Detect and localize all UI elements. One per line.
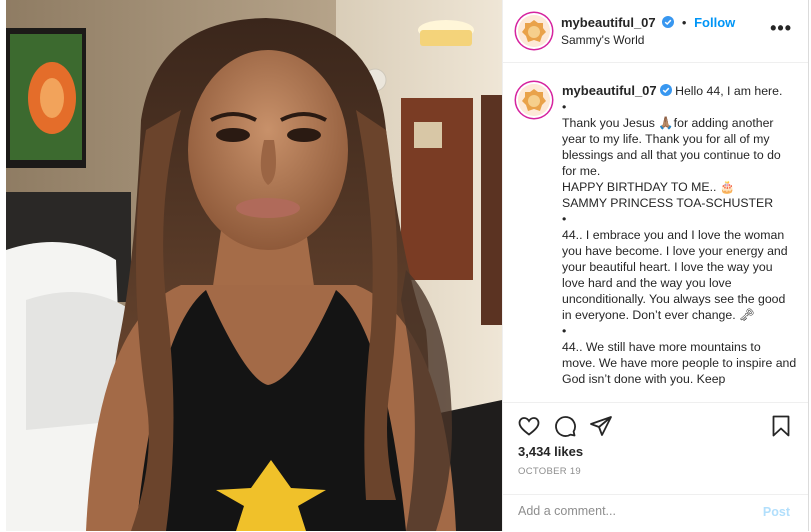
post-header: mybeautiful_07 • Follow Sammy's World ••… (503, 0, 808, 63)
caption-line: Thank you Jesus 🙏🏽for adding another yea… (562, 116, 785, 178)
portrait-photo-image (6, 0, 502, 531)
comment-input[interactable] (518, 504, 738, 518)
caption-line: • (562, 212, 567, 226)
caption-line-text: Hello 44, I am here. (675, 84, 783, 98)
caption-line: SAMMY PRINCESS TOA-SCHUSTER (562, 196, 774, 210)
caption-line: • (562, 100, 567, 114)
share-button[interactable] (589, 414, 613, 438)
header-username[interactable]: mybeautiful_07 (561, 15, 656, 30)
share-icon (590, 416, 612, 436)
verified-badge-icon (659, 84, 672, 96)
more-options-icon[interactable]: ••• (770, 19, 792, 37)
header-username-row: mybeautiful_07 • Follow (561, 15, 735, 30)
caption-line: 44.. We still have more mountains to mov… (562, 340, 800, 386)
separator-dot: • (681, 15, 687, 30)
post-side-panel: mybeautiful_07 • Follow Sammy's World ••… (502, 0, 809, 531)
post-comment-button[interactable]: Post (763, 505, 790, 519)
avatar[interactable] (518, 15, 550, 47)
comment-icon (555, 416, 576, 437)
lion-logo-icon (518, 15, 550, 47)
caption-username[interactable]: mybeautiful_07 (562, 83, 657, 98)
post-location[interactable]: Sammy's World (561, 33, 644, 47)
verified-badge-icon (662, 16, 675, 28)
caption-area: mybeautiful_07 Hello 44, I am here. • Th… (503, 63, 808, 402)
lion-logo-icon (518, 84, 550, 116)
heart-icon (518, 417, 540, 436)
caption-avatar[interactable] (518, 84, 550, 116)
action-bar: 3,434 likes OCTOBER 19 (503, 402, 808, 495)
post-photo[interactable] (6, 0, 502, 531)
follow-button[interactable]: Follow (694, 15, 735, 30)
caption-line: mybeautiful_07 Hello 44, I am here. (562, 83, 797, 99)
caption-line: 44.. I embrace you and I love the woman … (562, 228, 792, 322)
caption-line: • (562, 324, 567, 338)
like-button[interactable] (517, 414, 541, 438)
caption-text: mybeautiful_07 Hello 44, I am here. • Th… (562, 83, 797, 387)
comment-button[interactable] (553, 414, 577, 438)
caption-line: HAPPY BIRTHDAY TO ME.. 🎂 (562, 180, 736, 194)
bookmark-icon (772, 415, 790, 437)
save-button[interactable] (769, 414, 793, 438)
instagram-post: mybeautiful_07 • Follow Sammy's World ••… (0, 0, 811, 531)
post-date[interactable]: OCTOBER 19 (518, 466, 581, 477)
likes-count[interactable]: 3,434 likes (518, 444, 583, 459)
comment-box: Post (503, 494, 808, 532)
